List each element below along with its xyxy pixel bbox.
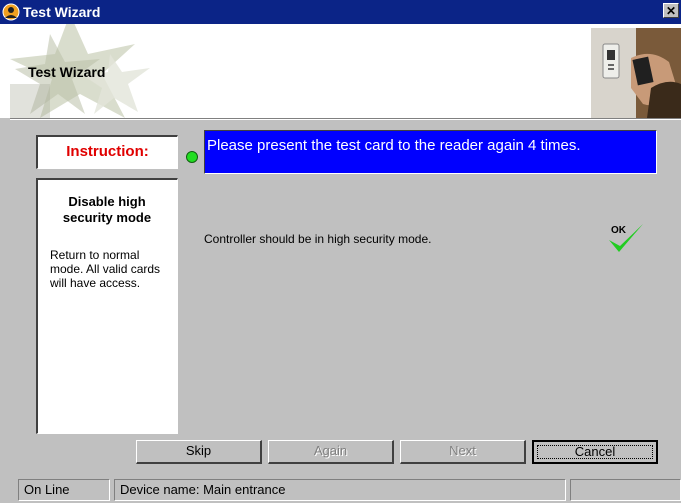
ok-check-icon: OK [609,224,643,252]
card-reader-photo-icon [591,28,681,118]
step-title: Disable high security mode [62,194,152,225]
close-icon: ✕ [665,4,677,18]
connection-status: On Line [18,479,110,501]
device-name-status: Device name: Main entrance [114,479,566,501]
header-left-edge [0,24,10,118]
step-description: Return to normal mode. All valid cards w… [50,248,161,290]
wizard-header: Test Wizard [10,24,681,118]
ok-label: OK [611,225,627,236]
skip-button[interactable]: Skip [136,440,262,464]
close-button[interactable]: ✕ [663,3,679,18]
prompt-message: Please present the test card to the read… [204,130,657,174]
cancel-button[interactable]: Cancel [532,440,658,464]
test-wizard-window: Test Wizard ✕ Test Wizard Instruction: D… [0,0,681,503]
user-circle-icon [2,3,20,21]
title-bar[interactable]: Test Wizard ✕ [0,0,681,24]
next-button-label: Next [449,443,476,458]
next-button[interactable]: Next [400,440,526,464]
instruction-label: Instruction: [36,135,178,169]
again-button-label: Again [313,443,348,458]
result-message: Controller should be in high security mo… [204,232,432,246]
skip-button-label: Skip [185,443,212,458]
window-title: Test Wizard [23,4,101,20]
status-bar: On Line Device name: Main entrance [0,475,681,503]
status-extra-pane [570,479,681,501]
header-separator [10,118,681,120]
instruction-panel: Disable high security mode Return to nor… [36,178,178,434]
cancel-button-label: Cancel [574,444,616,459]
header-title: Test Wizard [28,64,106,80]
again-button[interactable]: Again [268,440,394,464]
green-dot-icon [186,151,198,163]
